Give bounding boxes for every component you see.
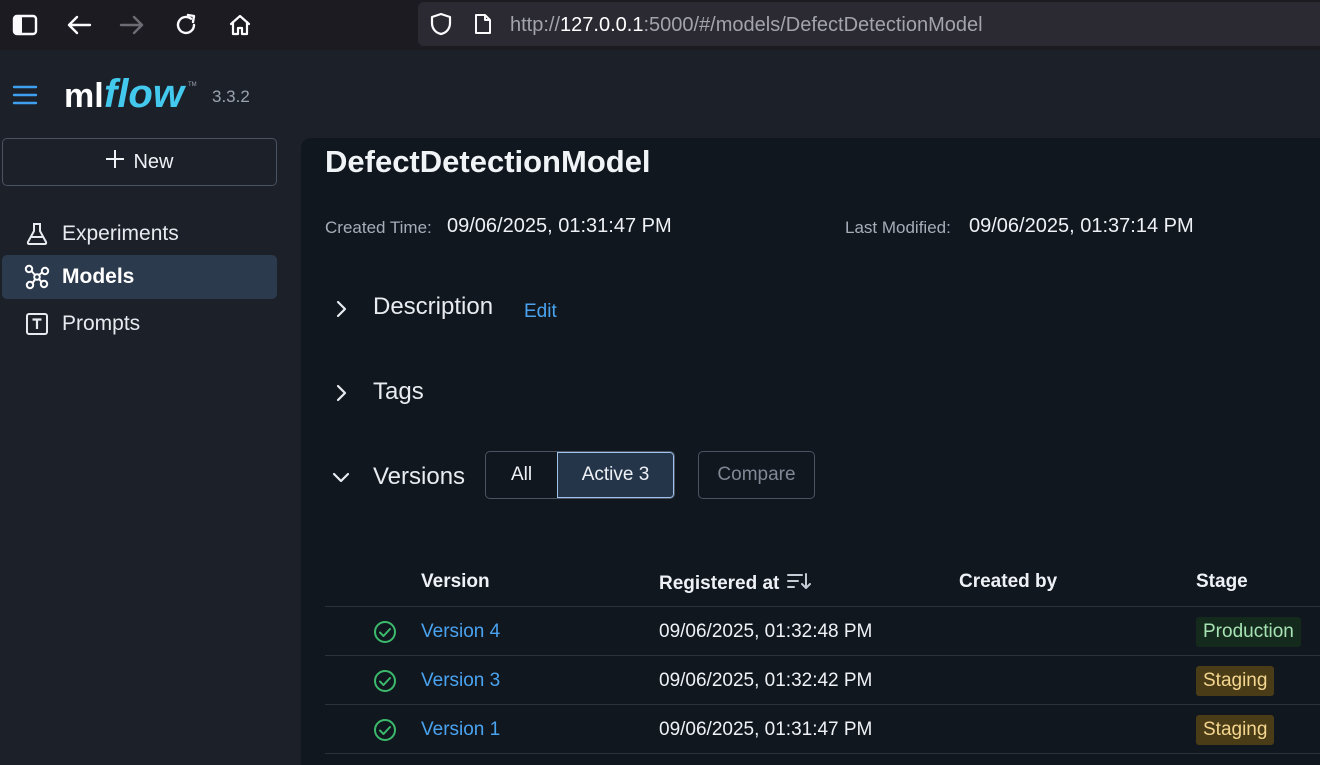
- compare-button[interactable]: Compare: [698, 451, 815, 499]
- versions-table: Version Registered at Created by Stage V…: [325, 558, 1320, 754]
- svg-text:flow: flow: [104, 72, 187, 116]
- version-link[interactable]: Version 1: [421, 719, 500, 741]
- versions-title: Versions: [373, 463, 466, 490]
- mlflow-logo[interactable]: ml flow TM: [64, 70, 200, 125]
- versions-section-header[interactable]: Versions: [331, 462, 481, 492]
- sidebar-item-label: Experiments: [62, 222, 179, 245]
- description-title: Description: [373, 293, 494, 320]
- page-icon: [474, 13, 492, 40]
- tags-title: Tags: [373, 378, 424, 405]
- app-header: ml flow TM 3.3.2: [0, 50, 1320, 138]
- last-modified-label: Last Modified:: [845, 218, 951, 237]
- chevron-right-icon[interactable]: [331, 299, 351, 319]
- versions-filter-toggle: All Active 3: [485, 451, 675, 499]
- table-row: Version 3 09/06/2025, 01:32:42 PM Stagin…: [325, 656, 1320, 705]
- column-header-label: Version: [421, 571, 490, 592]
- stage-badge: Staging: [1196, 715, 1275, 745]
- svg-text:TM: TM: [188, 82, 197, 88]
- sort-descending-icon[interactable]: [787, 571, 812, 597]
- address-bar[interactable]: http://127.0.0.1:5000/#/models/DefectDet…: [418, 2, 1320, 46]
- check-circle-icon: [373, 718, 397, 747]
- app-version: 3.3.2: [212, 87, 250, 106]
- version-link[interactable]: Version 3: [421, 670, 500, 692]
- sidebar-item-label: Models: [62, 265, 135, 288]
- plus-icon: [105, 149, 125, 175]
- url-path: :5000/#/models/DefectDetectionModel: [643, 14, 983, 36]
- sidebar-item-prompts[interactable]: Prompts: [2, 302, 277, 346]
- created-time-label: Created Time:: [325, 218, 432, 237]
- tags-section-header[interactable]: Tags: [331, 378, 531, 408]
- check-circle-icon: [373, 620, 397, 649]
- back-icon[interactable]: [60, 6, 98, 44]
- sidebar-toggle-icon[interactable]: [6, 6, 44, 44]
- column-header-label: Registered at: [659, 573, 780, 594]
- sidebar: New Experiments Models Prompts: [0, 138, 290, 765]
- column-header-created-by[interactable]: Created by: [959, 571, 1057, 593]
- edit-description-link[interactable]: Edit: [524, 301, 557, 323]
- new-button-label: New: [133, 150, 174, 173]
- sidebar-item-experiments[interactable]: Experiments: [2, 212, 277, 256]
- last-modified-value: 09/06/2025, 01:37:14 PM: [969, 215, 1194, 237]
- home-icon[interactable]: [221, 6, 259, 44]
- new-button[interactable]: New: [2, 138, 277, 186]
- stage-badge: Staging: [1196, 666, 1275, 696]
- table-row: Version 4 09/06/2025, 01:32:48 PM Produc…: [325, 607, 1320, 656]
- models-icon: [24, 264, 50, 290]
- column-header-label: Created by: [959, 571, 1058, 592]
- version-link[interactable]: Version 4: [421, 621, 500, 643]
- browser-toolbar: http://127.0.0.1:5000/#/models/DefectDet…: [0, 0, 1320, 50]
- stage-badge: Production: [1196, 617, 1301, 647]
- reload-icon[interactable]: [167, 6, 205, 44]
- main-panel: DefectDetectionModel Created Time: 09/06…: [301, 138, 1320, 765]
- filter-all-button[interactable]: All: [486, 452, 557, 498]
- registered-at-cell: 09/06/2025, 01:32:48 PM: [659, 621, 873, 642]
- prompt-icon: [24, 311, 50, 337]
- filter-active-button[interactable]: Active 3: [557, 452, 674, 498]
- table-header: Version Registered at Created by Stage: [325, 558, 1320, 607]
- column-header-registered-at[interactable]: Registered at: [659, 571, 812, 597]
- shield-icon[interactable]: [430, 12, 452, 41]
- registered-at-cell: 09/06/2025, 01:32:42 PM: [659, 670, 873, 691]
- forward-icon[interactable]: [113, 6, 151, 44]
- url-host: 127.0.0.1: [560, 14, 644, 36]
- table-row: Version 1 09/06/2025, 01:31:47 PM Stagin…: [325, 705, 1320, 754]
- description-section-header[interactable]: Description: [331, 293, 631, 324]
- url-text[interactable]: http://127.0.0.1:5000/#/models/DefectDet…: [510, 14, 983, 37]
- page-title: DefectDetectionModel: [325, 144, 651, 179]
- chevron-down-icon[interactable]: [331, 467, 351, 487]
- flask-icon: [24, 221, 50, 247]
- created-time-value: 09/06/2025, 01:31:47 PM: [447, 215, 672, 237]
- column-header-label: Stage: [1196, 571, 1248, 592]
- svg-text:ml: ml: [64, 77, 104, 115]
- column-header-stage[interactable]: Stage: [1196, 571, 1248, 593]
- chevron-right-icon[interactable]: [331, 383, 351, 403]
- url-prefix: http://: [510, 14, 561, 36]
- sidebar-item-label: Prompts: [62, 312, 141, 335]
- menu-icon[interactable]: [12, 84, 38, 111]
- registered-at-cell: 09/06/2025, 01:31:47 PM: [659, 719, 873, 740]
- column-header-version[interactable]: Version: [421, 571, 490, 593]
- sidebar-item-models[interactable]: Models: [2, 255, 277, 299]
- check-circle-icon: [373, 669, 397, 698]
